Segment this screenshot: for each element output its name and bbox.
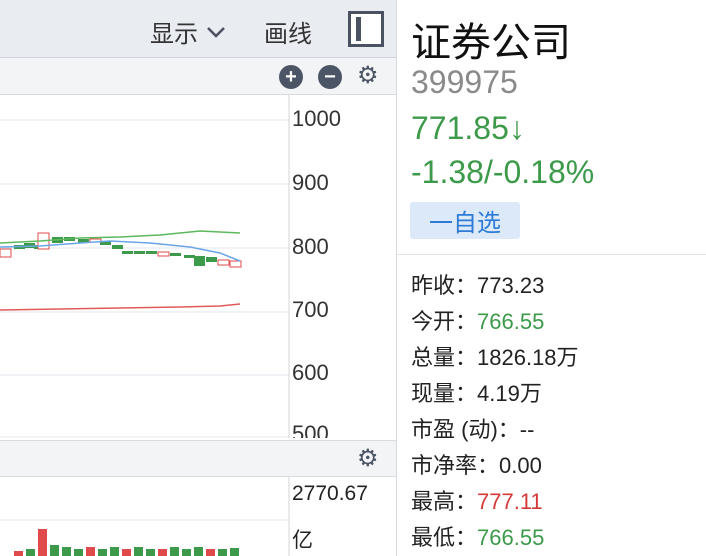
zoom-in-icon[interactable]: + (279, 65, 303, 89)
kline-settings-gear-icon[interactable]: ⚙ (357, 64, 379, 88)
stat-label: 最高： (411, 489, 478, 514)
price-axis: 1000 900 800 700 600 500 (290, 95, 396, 438)
candlestick (146, 251, 157, 254)
volume-bar (194, 547, 203, 556)
volume-bar (38, 529, 47, 556)
stat-label: 昨收： (411, 273, 478, 298)
price-tick: 1000 (292, 106, 341, 131)
volume-chart[interactable] (0, 477, 290, 556)
stat-prev-close: 昨收：773.23 (411, 268, 544, 300)
stat-label: 最低： (411, 525, 478, 550)
kline-grid (0, 119, 290, 438)
volume-bar (122, 549, 131, 556)
zoom-out-icon[interactable]: − (318, 65, 342, 89)
stat-value: 766.55 (477, 525, 545, 550)
volume-bar (146, 549, 155, 556)
stat-value: 4.19万 (477, 381, 542, 406)
price-tick: 500 (292, 421, 329, 438)
candlestick (170, 253, 181, 256)
volume-bar (62, 547, 71, 556)
display-menu-button[interactable]: 显示 (150, 14, 226, 49)
stat-value: 766.55 (477, 309, 545, 334)
volume-bar (230, 548, 239, 556)
volume-bar (158, 549, 167, 556)
price-tick: 800 (292, 234, 329, 259)
stat-label: 总量： (411, 345, 478, 370)
stat-pe-dynamic: 市盈 (动)：-- (411, 412, 534, 444)
stat-value: 773.23 (477, 273, 545, 298)
chart-toolbar: 显示 画线 (0, 0, 396, 58)
stock-info-panel: 证券公司 399975 771.85↓ -1.38/-0.18% 一自选 昨收：… (397, 0, 706, 556)
stat-high: 最高：777.11 (411, 484, 543, 516)
volume-bar (110, 547, 119, 556)
volume-bar (74, 549, 83, 556)
kline-chart[interactable] (0, 95, 290, 438)
candlestick (194, 256, 205, 266)
kline-control-bar: + − ⚙ (0, 58, 396, 95)
stat-open: 今开：766.55 (411, 304, 544, 336)
stat-volume: 总量：1826.18万 (411, 340, 579, 372)
volume-control-bar: ⚙ (0, 440, 396, 477)
ma-line-red (0, 303, 241, 311)
candlestick (112, 245, 123, 249)
price-tick: 700 (292, 297, 329, 322)
display-menu-label: 显示 (150, 21, 198, 48)
stat-label: 市净率： (411, 453, 500, 478)
candlestick (0, 248, 12, 258)
stat-label: 市盈 (动)： (411, 417, 520, 442)
candlestick (184, 255, 195, 258)
stat-low: 最低：766.55 (411, 520, 544, 552)
volume-bar (134, 547, 143, 556)
volume-settings-gear-icon[interactable]: ⚙ (357, 447, 379, 471)
volume-bar (26, 549, 35, 556)
stat-value: 777.11 (477, 489, 543, 514)
stat-label: 现量： (411, 381, 478, 406)
volume-bar (218, 549, 227, 556)
stock-code: 399975 (411, 64, 518, 100)
stat-pb: 市净率：0.00 (411, 448, 542, 480)
stat-value: -- (519, 417, 535, 442)
volume-bar (206, 549, 215, 556)
volume-bar (98, 549, 107, 556)
draw-line-button[interactable]: 画线 (264, 14, 312, 49)
volume-bar (170, 547, 179, 556)
watchlist-button[interactable]: 一自选 (410, 202, 520, 239)
price-tick: 900 (292, 170, 329, 195)
chevron-down-icon (207, 26, 225, 38)
info-divider (397, 254, 706, 255)
volume-max-value: 2770.67 (292, 482, 368, 505)
candlestick (229, 260, 242, 268)
stat-value: 0.00 (499, 453, 542, 478)
stat-label: 今开： (411, 309, 478, 334)
volume-bars (14, 529, 239, 556)
volume-bar (182, 549, 191, 556)
candlestick (122, 251, 133, 254)
panel-toggle-icon[interactable] (348, 11, 384, 47)
volume-unit: 亿 (292, 529, 313, 552)
candlestick (206, 257, 217, 262)
stock-name: 证券公司 (411, 21, 571, 65)
volume-bar (14, 551, 23, 556)
volume-bar (86, 547, 95, 556)
candlestick (157, 251, 170, 257)
stock-change: -1.38/-0.18% (411, 154, 595, 190)
stat-current-volume: 现量：4.19万 (411, 376, 542, 408)
volume-bar (50, 545, 59, 556)
candlestick (134, 251, 145, 254)
stat-value: 1826.18万 (477, 345, 579, 370)
price-tick: 600 (292, 360, 329, 385)
stock-price: 771.85↓ (411, 110, 525, 146)
candlestick (217, 259, 230, 266)
